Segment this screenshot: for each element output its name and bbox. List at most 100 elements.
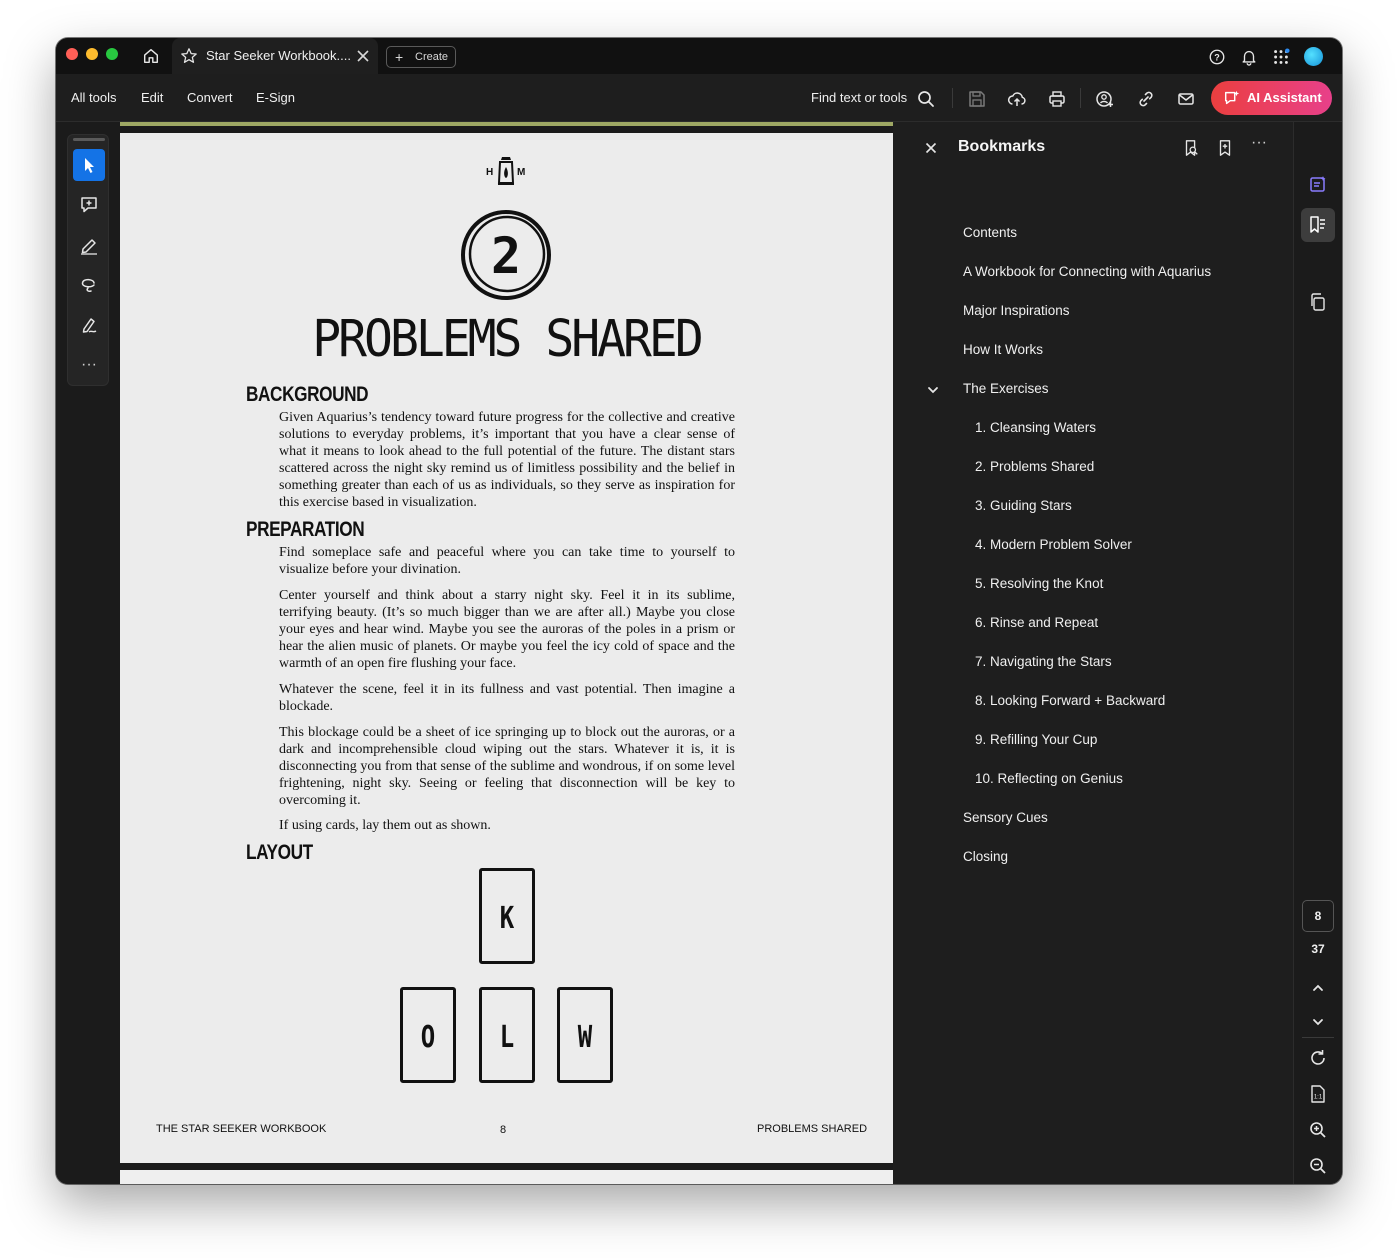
paragraph-preparation-4: This blockage could be a sheet of ice sp… [279, 725, 735, 808]
total-pages: 37 [1311, 942, 1325, 956]
search-icon[interactable] [916, 89, 936, 109]
select-tool[interactable] [73, 149, 105, 181]
help-icon[interactable]: ? [1208, 48, 1226, 66]
chevron-down-icon[interactable] [927, 384, 939, 396]
zoom-out-icon[interactable] [1308, 1156, 1328, 1176]
bookmark-item[interactable]: Major Inspirations [963, 303, 1070, 318]
bookmark-item[interactable]: 7. Navigating the Stars [975, 654, 1112, 669]
menu-edit[interactable]: Edit [141, 90, 163, 105]
notifications-bell-icon[interactable] [1240, 48, 1258, 66]
document-viewer[interactable]: H M 2 PROBLEMS SHARED BACKGROUND Given A… [120, 122, 893, 1184]
bookmark-item[interactable]: 2. Problems Shared [975, 459, 1094, 474]
current-page-input[interactable]: 8 [1302, 900, 1334, 932]
save-icon[interactable] [967, 89, 987, 109]
bookmark-item[interactable]: A Workbook for Connecting with Aquarius [963, 264, 1211, 279]
bookmark-item[interactable]: How It Works [963, 342, 1043, 357]
page-gap [120, 1163, 893, 1170]
svg-text:M: M [517, 167, 525, 178]
bookmark-item[interactable]: 4. Modern Problem Solver [975, 537, 1132, 552]
ai-assistant-icon [1224, 90, 1240, 105]
zoom-in-icon[interactable] [1308, 1120, 1328, 1140]
bookmark-item[interactable]: 6. Rinse and Repeat [975, 615, 1098, 630]
chevron-down-icon[interactable] [1308, 1012, 1328, 1032]
rail-separator [1302, 1037, 1334, 1038]
toolbar-drag-handle[interactable] [73, 138, 105, 141]
close-window-button[interactable] [66, 48, 78, 60]
highlighter-pen-icon [81, 239, 97, 255]
section-heading-layout: LAYOUT [246, 841, 313, 864]
panel-title: Bookmarks [958, 138, 1046, 155]
left-tool-rail: ··· [56, 122, 120, 1184]
menu-bar: All tools Edit Convert E-Sign Find text … [56, 74, 1342, 122]
chapter-number: 2 [491, 227, 521, 285]
signature-pen-icon [82, 318, 97, 333]
close-panel-icon[interactable] [925, 142, 937, 154]
plus-icon: + [395, 49, 404, 65]
apps-grid-icon[interactable] [1272, 48, 1290, 66]
home-icon[interactable] [142, 47, 160, 65]
find-text-or-tools[interactable]: Find text or tools [811, 90, 907, 105]
chevron-up-icon[interactable] [1308, 978, 1328, 998]
section-heading-preparation: PREPARATION [246, 518, 365, 541]
bookmark-item[interactable]: 1. Cleansing Waters [975, 420, 1096, 435]
menu-convert[interactable]: Convert [187, 90, 233, 105]
bookmark-item[interactable]: 10. Reflecting on Genius [975, 771, 1123, 786]
create-button[interactable]: + Create [386, 46, 456, 68]
star-icon[interactable] [180, 47, 198, 65]
draw-tool[interactable] [73, 269, 105, 301]
lantern-logo-icon: H M [486, 157, 525, 185]
minimize-window-button[interactable] [86, 48, 98, 60]
link-icon[interactable] [1136, 89, 1156, 109]
card-left: O [400, 987, 456, 1083]
panel-more-options-button[interactable]: ··· [1251, 134, 1267, 152]
tab-title: Star Seeker Workbook.... [206, 48, 351, 63]
share-with-people-icon[interactable] [1095, 89, 1115, 109]
close-tab-icon[interactable] [356, 49, 370, 63]
app-window: Star Seeker Workbook.... + Create ? All … [56, 38, 1342, 1184]
rotate-refresh-icon[interactable] [1308, 1048, 1328, 1068]
card-letter: W [577, 1020, 593, 1055]
bookmark-item[interactable]: 8. Looking Forward + Backward [975, 693, 1165, 708]
more-tools-button[interactable]: ··· [73, 357, 105, 379]
footer-book-title: THE STAR SEEKER WORKBOOK [156, 1123, 327, 1135]
bookmark-search-icon[interactable] [1182, 139, 1200, 157]
fit-page-icon[interactable]: 1:1 [1308, 1084, 1328, 1104]
bookmark-item[interactable]: 3. Guiding Stars [975, 498, 1072, 513]
print-icon[interactable] [1047, 89, 1067, 109]
bookmarks-list-icon [1310, 216, 1325, 233]
add-bookmark-icon[interactable] [1216, 139, 1234, 157]
bookmark-item[interactable]: 9. Refilling Your Cup [975, 732, 1097, 747]
card-letter: O [420, 1020, 436, 1055]
svg-text:H: H [486, 167, 493, 178]
card-letter: K [499, 901, 515, 936]
email-icon[interactable] [1176, 89, 1196, 109]
bookmark-item[interactable]: 5. Resolving the Knot [975, 576, 1103, 591]
ai-assistant-button[interactable]: AI Assistant [1211, 81, 1332, 115]
next-page-edge [120, 1170, 893, 1184]
freehand-lasso-icon [81, 278, 95, 292]
page-gap [120, 126, 893, 133]
edit-pdf-icon[interactable] [1308, 174, 1328, 194]
menu-e-sign[interactable]: E-Sign [256, 90, 295, 105]
ai-assistant-label: AI Assistant [1247, 90, 1322, 105]
bookmark-item[interactable]: The Exercises [963, 381, 1049, 396]
quick-tools-panel: ··· [67, 134, 109, 386]
add-comment-tool[interactable] [73, 189, 105, 221]
menu-separator [952, 88, 953, 108]
bookmark-item[interactable]: Sensory Cues [963, 810, 1048, 825]
highlight-tool[interactable] [73, 229, 105, 261]
sign-tool[interactable] [73, 309, 105, 341]
document-tab[interactable]: Star Seeker Workbook.... [172, 38, 378, 74]
cloud-upload-icon[interactable] [1007, 89, 1027, 109]
footer-chapter-title: PROBLEMS SHARED [757, 1123, 868, 1135]
menu-all-tools[interactable]: All tools [71, 90, 117, 105]
bookmark-item[interactable]: Closing [963, 849, 1008, 864]
svg-text:?: ? [1214, 53, 1220, 63]
user-avatar[interactable] [1304, 47, 1323, 66]
card-right: W [557, 987, 613, 1083]
page-thumbnails-icon[interactable] [1308, 292, 1328, 312]
menu-separator [1080, 88, 1081, 108]
bookmark-item[interactable]: Contents [963, 225, 1017, 240]
right-rail: 8 37 1:1 [1293, 122, 1342, 1184]
zoom-window-button[interactable] [106, 48, 118, 60]
